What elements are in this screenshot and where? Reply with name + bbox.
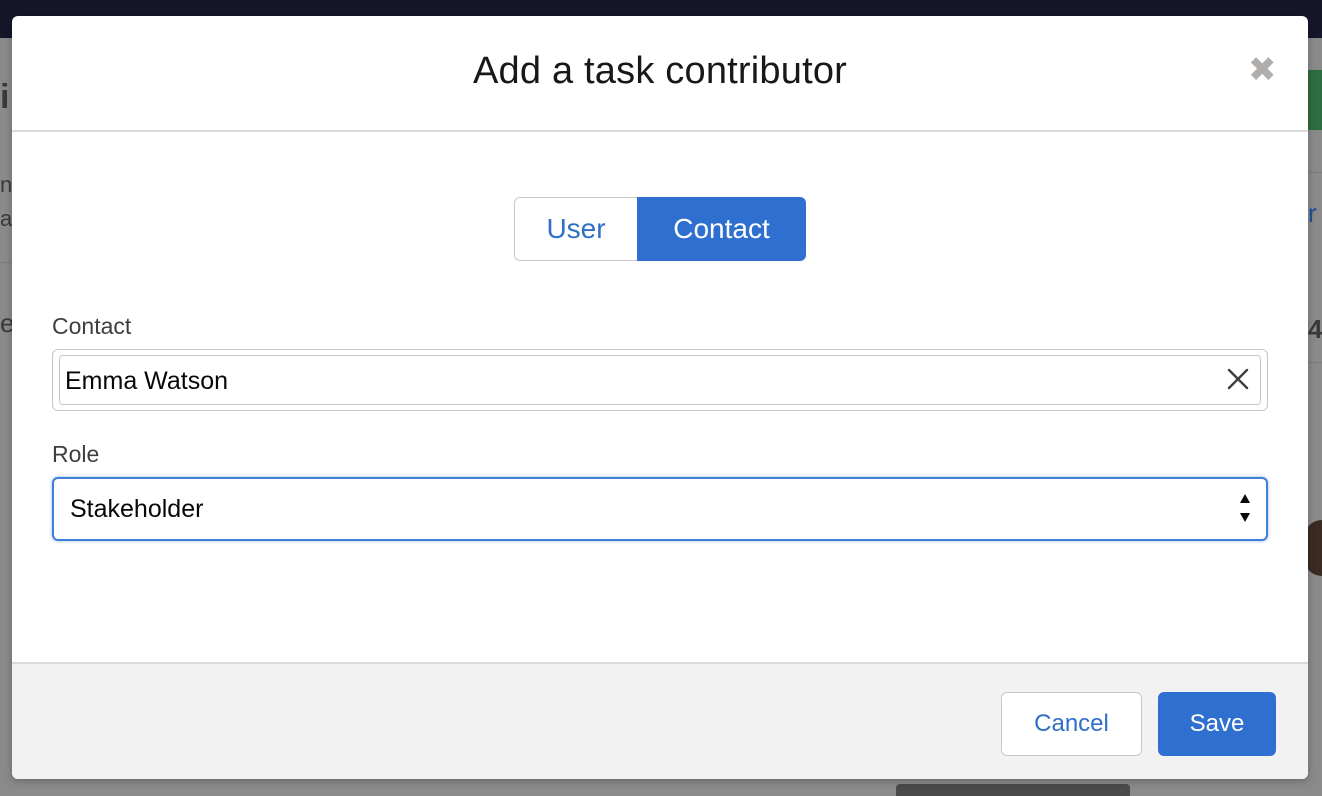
modal-title: Add a task contributor [472,50,848,92]
background-bar [896,784,1130,796]
background-divider [0,262,12,263]
toggle-user-button[interactable]: User [514,197,637,261]
background-divider [1308,172,1322,173]
modal-header: Add a task contributor ✖ [12,16,1308,132]
contact-lookup-field: Emma Watson [52,349,1268,411]
background-divider [1308,362,1322,363]
background-text-fragment: i [0,78,10,116]
contact-lookup-value: Emma Watson [65,367,229,395]
contact-lookup-pill[interactable]: Emma Watson [59,355,1261,405]
contact-field-label: Contact [52,313,132,339]
user-contact-toggle: User Contact [514,197,806,261]
close-x-icon[interactable] [1226,367,1250,391]
role-field-label: Role [52,441,100,467]
cancel-button[interactable]: Cancel [1001,692,1142,756]
background-text-fragment: r [1308,198,1317,228]
background-text-fragment: a [0,206,13,231]
save-button[interactable]: Save [1158,692,1276,756]
background-text-fragment: 4 [1308,314,1322,344]
role-select[interactable]: Stakeholder [52,477,1268,541]
add-task-contributor-modal: Add a task contributor ✖ User Contact Co… [12,16,1308,779]
modal-footer: Cancel Save [12,662,1308,779]
up-down-arrows-icon [1240,494,1250,522]
role-select-value: Stakeholder [70,495,204,523]
toggle-contact-button[interactable]: Contact [637,197,806,261]
close-icon[interactable]: ✖ [1248,53,1277,87]
